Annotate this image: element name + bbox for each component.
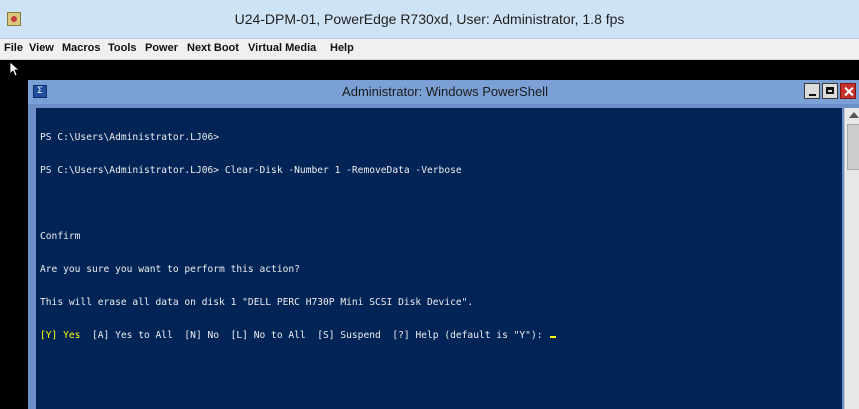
viewer-window-title: U24-DPM-01, PowerEdge R730xd, User: Admi… [234,11,625,27]
powershell-titlebar[interactable]: Σ Administrator: Windows PowerShell [28,80,859,104]
console-line: PS C:\Users\Administrator.LJ06> [40,132,220,143]
text-cursor [550,336,557,338]
viewer-menubar: File View Macros Tools Power Next Boot V… [0,39,859,60]
powershell-window-title: Administrator: Windows PowerShell [342,84,548,99]
viewer-titlebar: U24-DPM-01, PowerEdge R730xd, User: Admi… [0,0,859,39]
prompt-default-option: [Y] Yes [40,330,81,341]
powershell-window: Σ Administrator: Windows PowerShell PS C… [28,80,859,409]
vertical-scrollbar[interactable] [844,108,859,409]
menu-macros[interactable]: Macros [62,42,101,54]
menu-power[interactable]: Power [145,42,178,54]
prompt-options: [A] Yes to All [N] No [L] No to All [S] … [80,330,549,341]
scroll-up-icon[interactable] [849,112,859,118]
menu-virtual-media[interactable]: Virtual Media [248,42,316,54]
console-area[interactable]: PS C:\Users\Administrator.LJ06> PS C:\Us… [36,108,842,409]
minimize-button[interactable] [804,83,820,99]
console-output: PS C:\Users\Administrator.LJ06> PS C:\Us… [40,110,557,363]
confirm-prompt: [Y] Yes [A] Yes to All [N] No [L] No to … [40,330,557,341]
menu-tools[interactable]: Tools [108,42,137,54]
console-command-line: PS C:\Users\Administrator.LJ06> Clear-Di… [40,165,462,176]
confirm-heading: Confirm [40,231,81,242]
menu-help[interactable]: Help [330,42,354,54]
close-button[interactable] [840,83,856,99]
menu-next-boot[interactable]: Next Boot [187,42,239,54]
window-controls [804,83,856,101]
menu-file[interactable]: File [4,42,23,54]
scroll-thumb[interactable] [847,124,859,170]
confirm-question: Are you sure you want to perform this ac… [40,264,300,275]
maximize-button[interactable] [822,83,838,99]
menu-view[interactable]: View [29,42,54,54]
erase-warning: This will erase all data on disk 1 "DELL… [40,297,474,308]
mouse-pointer-icon [10,62,20,76]
